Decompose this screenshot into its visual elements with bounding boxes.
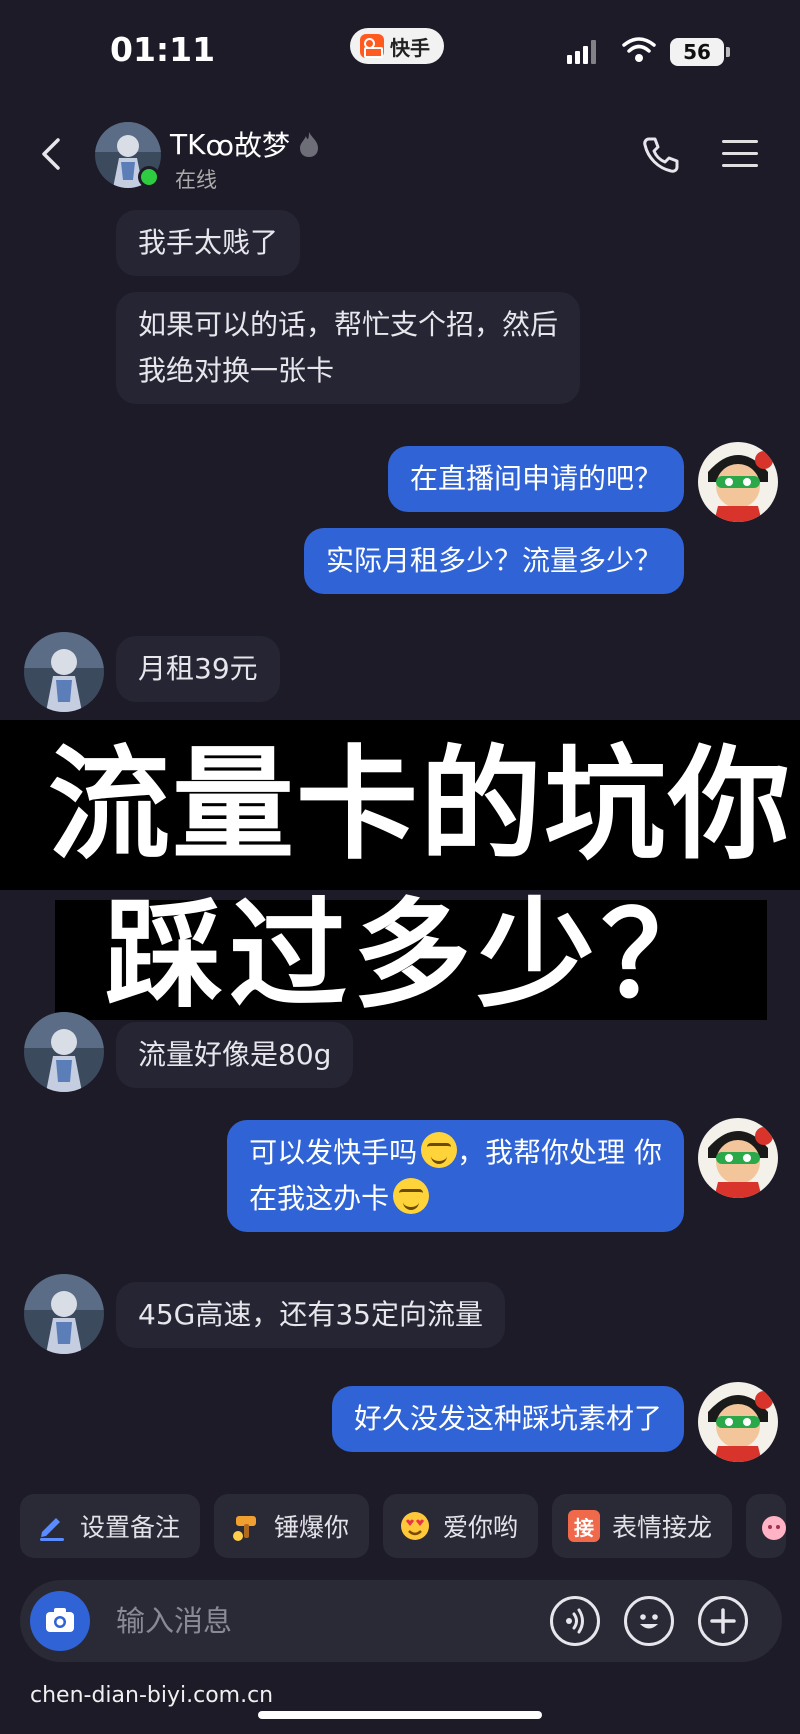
battery-icon: 56 [670,38,730,66]
status-time: 01:11 [110,30,216,69]
my-avatar[interactable] [698,1118,778,1198]
message-bubble-incoming[interactable]: 45G高速，还有35定向流量 [116,1282,505,1348]
overlay-banner: 流量卡的坑你 踩过多少？ [0,720,800,1020]
message-bubble-outgoing[interactable]: 好久没发这种踩坑素材了 [331,1386,684,1452]
my-avatar[interactable] [698,1382,778,1462]
set-remark-chip[interactable]: 设置备注 [20,1494,201,1558]
message-bubble-incoming[interactable]: 流量好像是80g [116,1022,354,1088]
contact-status: 在线 [175,168,217,192]
sticker-relay-chip[interactable]: 接 表情接龙 [552,1494,733,1558]
chip-label: 锤爆你 [274,1513,350,1542]
smug-emoji-icon [393,1178,430,1214]
message-line: 可以发快手吗 ，我帮你处理 你 [249,1130,662,1176]
more-sticker-chip[interactable] [746,1494,787,1558]
smug-emoji-icon [421,1132,458,1168]
sticker-icon [762,1516,787,1540]
contact-avatar-small[interactable] [24,1274,104,1354]
voice-icon [566,1608,584,1634]
kuaishou-logo-icon [360,34,384,58]
flame-icon [300,132,318,157]
jie-badge-icon: 接 [568,1510,601,1542]
signal-icon [567,40,596,64]
message-bubble-incoming[interactable]: 如果可以的话，帮忙支个招，然后 我绝对换一张卡 [116,292,581,404]
more-actions-button[interactable] [698,1596,748,1646]
message-line: 我绝对换一张卡 [138,354,335,387]
my-avatar[interactable] [698,442,778,522]
contact-avatar-small[interactable] [24,632,104,712]
emoji-button[interactable] [624,1596,674,1646]
active-app-name: 快手 [390,35,430,60]
banner-headline-line1: 流量卡的坑你 [0,720,800,890]
message-bubble-outgoing[interactable]: 在直播间申请的吧？ [387,446,684,512]
message-bubble-incoming[interactable]: 月租39元 [116,636,280,702]
contact-name[interactable]: TK ꝏ故梦 [170,124,320,164]
message-bubble-outgoing[interactable]: 可以发快手吗 ，我帮你处理 你 在我这办卡 [227,1120,684,1232]
wifi-icon [622,37,656,62]
chip-label: 设置备注 [80,1513,181,1542]
message-bubble-incoming[interactable]: 我手太贱了 [116,210,301,276]
camera-button[interactable] [30,1591,90,1651]
chip-label: 表情接龙 [612,1513,713,1542]
message-line: 在我这办卡 [249,1176,662,1222]
watermark: chen-dian-biyi.com.cn [30,1683,274,1708]
home-indicator[interactable] [258,1711,542,1719]
call-icon[interactable] [640,134,682,176]
heart-eyes-icon [401,1512,430,1540]
quick-actions-bar: 设置备注 锤爆你 爱你哟 接 表情接龙 [20,1494,787,1558]
emoji-icon [640,1614,658,1629]
message-bubble-outgoing[interactable]: 实际月租多少？流量多少？ [303,528,684,594]
plus-icon [710,1608,736,1634]
banner-headline-line2: 踩过多少？ [55,896,767,1020]
status-bar: 01:11 快手 56 [0,0,800,110]
voice-button[interactable] [550,1596,600,1646]
battery-level: 56 [683,40,711,64]
chip-label: 爱你哟 [443,1513,519,1542]
menu-icon[interactable] [722,140,758,168]
contact-name-text: TK [170,127,206,161]
contact-avatar-small[interactable] [24,1012,104,1092]
love-you-chip[interactable]: 爱你哟 [383,1494,539,1558]
pencil-icon [40,1518,64,1541]
message-input-bar [20,1580,782,1662]
camera-icon [46,1608,74,1632]
back-icon[interactable] [36,134,66,174]
online-indicator [138,166,160,188]
contact-name-suffix: ꝏ故梦 [205,129,290,162]
hammer-sticker-chip[interactable]: 锤爆你 [214,1494,370,1558]
chat-header: TK ꝏ故梦 在线 [0,110,800,200]
active-app-pill: 快手 [350,28,444,64]
message-line: 如果可以的话，帮忙支个招，然后 [138,308,559,341]
hammer-icon [233,1516,257,1541]
message-input[interactable] [116,1596,456,1646]
